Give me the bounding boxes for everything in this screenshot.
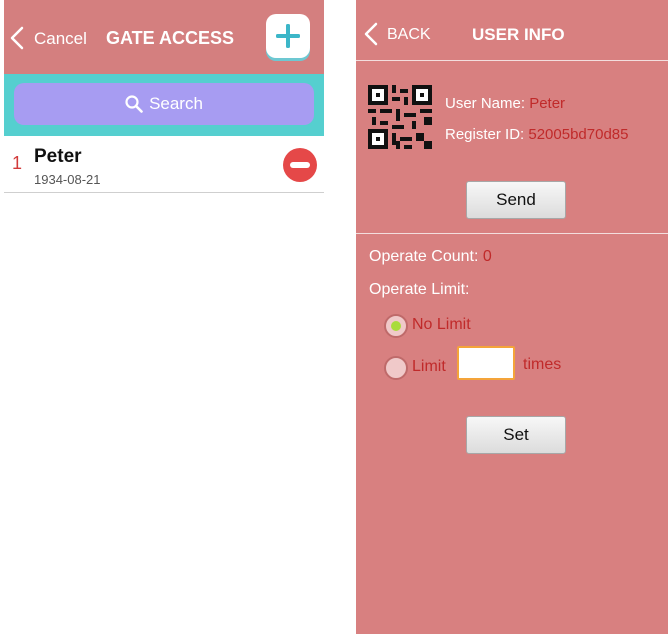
times-label: times — [523, 356, 562, 373]
user-info-screen: BACK USER INFO User Name: Peter Register… — [356, 0, 668, 634]
plus-icon — [276, 24, 300, 48]
user-date: 1934-08-21 — [34, 172, 101, 187]
limit-times-input[interactable] — [457, 346, 515, 380]
limit-radio[interactable] — [384, 356, 408, 380]
divider — [356, 60, 668, 61]
set-button[interactable]: Set — [466, 416, 566, 454]
search-bar: Search — [4, 74, 324, 136]
search-placeholder: Search — [149, 94, 203, 113]
row-index: 1 — [12, 153, 23, 173]
minus-icon — [290, 162, 310, 168]
register-id-row: Register ID: 52005bd70d85 — [445, 126, 628, 143]
chevron-left-icon[interactable] — [8, 26, 28, 50]
no-limit-radio[interactable] — [384, 314, 408, 338]
operate-limit-label: Operate Limit: — [369, 281, 470, 298]
radio-selected-dot — [391, 321, 401, 331]
gate-access-header: Cancel GATE ACCESS — [4, 0, 324, 74]
operate-count-row: Operate Count: 0 — [369, 248, 492, 266]
gate-access-screen: Cancel GATE ACCESS Search 1 Peter 1934-0… — [4, 0, 324, 634]
search-icon — [125, 95, 143, 113]
user-name-label: User Name: — [445, 95, 530, 112]
search-input[interactable]: Search — [14, 83, 314, 125]
operate-count-label: Operate Count: — [369, 248, 483, 265]
add-user-button[interactable] — [266, 14, 310, 58]
qr-code-icon — [368, 85, 432, 149]
send-button[interactable]: Send — [466, 181, 566, 219]
limit-label[interactable]: Limit — [412, 358, 446, 376]
user-name-value: Peter — [529, 95, 566, 112]
no-limit-label[interactable]: No Limit — [412, 316, 471, 334]
register-id-label: Register ID: — [445, 126, 529, 143]
chevron-left-icon[interactable] — [362, 22, 380, 46]
page-title: GATE ACCESS — [106, 28, 235, 48]
operate-count-value: 0 — [482, 248, 492, 265]
register-id-value: 52005bd70d85 — [528, 126, 629, 143]
remove-user-button[interactable] — [283, 148, 317, 182]
user-name: Peter — [34, 146, 82, 167]
back-button[interactable]: BACK — [387, 26, 431, 44]
page-title: USER INFO — [472, 25, 565, 44]
user-name-row: User Name: Peter — [445, 95, 565, 112]
cancel-button[interactable]: Cancel — [34, 29, 87, 49]
divider — [356, 233, 668, 234]
list-item[interactable]: 1 Peter 1934-08-21 — [4, 136, 324, 193]
